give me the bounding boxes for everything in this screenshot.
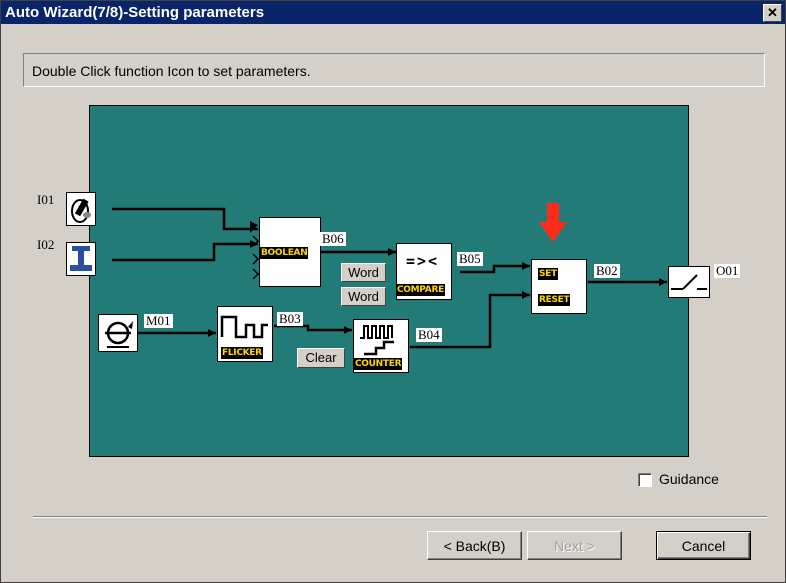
- boolean-output-label: B06: [320, 231, 346, 246]
- boolean-label: BOOLEAN: [260, 247, 309, 259]
- guidance-label: Guidance: [659, 471, 719, 487]
- input-switch-i01-icon[interactable]: [66, 192, 96, 226]
- instruction-text: Double Click function Icon to set parame…: [23, 53, 765, 87]
- compare-word-button-2[interactable]: Word: [341, 287, 386, 306]
- compare-symbol: =><: [406, 252, 440, 270]
- counter-label: COUNTER: [354, 358, 403, 370]
- red-arrow-indicator: [539, 203, 567, 242]
- counter-clear-button[interactable]: Clear: [297, 348, 345, 368]
- close-icon: ✕: [767, 5, 778, 20]
- set-reset-function-block[interactable]: SET RESET: [531, 259, 587, 314]
- set-label: SET: [538, 268, 558, 280]
- compare-function-block[interactable]: =>< COMPARE: [396, 243, 452, 300]
- compare-word-button-1[interactable]: Word: [341, 263, 386, 282]
- separator-line: [33, 516, 767, 518]
- compare-output-label: B05: [457, 251, 483, 266]
- connection-lines: [112, 203, 667, 349]
- input-timer-m01-icon[interactable]: [98, 314, 138, 352]
- boolean-function-block[interactable]: BOOLEAN: [259, 217, 321, 287]
- close-button[interactable]: ✕: [763, 4, 782, 22]
- counter-function-block[interactable]: COUNTER: [353, 319, 409, 373]
- window-title: Auto Wizard(7/8)-Setting parameters: [5, 4, 265, 21]
- counter-output-label: B04: [416, 327, 442, 342]
- input-label-i01: I01: [37, 192, 55, 207]
- setreset-output-label: B02: [594, 263, 620, 278]
- flicker-function-block[interactable]: FLICKER: [217, 306, 273, 362]
- reset-label: RESET: [538, 294, 571, 306]
- input-label-i02: I02: [37, 237, 55, 252]
- flicker-output-label: B03: [277, 311, 303, 326]
- ladder-diagram-canvas: I01 I02 M01 BOOLEAN B06 =>< COMPARE B05 …: [37, 105, 741, 457]
- compare-label: COMPARE: [396, 284, 445, 296]
- output-coil-icon[interactable]: [668, 266, 710, 298]
- input-pushbutton-i02-icon[interactable]: [66, 242, 96, 276]
- next-button[interactable]: Next >: [527, 531, 622, 560]
- guidance-checkbox[interactable]: [638, 473, 652, 487]
- cancel-button[interactable]: Cancel: [656, 531, 751, 560]
- output-label-o01: O01: [714, 263, 741, 278]
- flicker-label: FLICKER: [221, 347, 263, 359]
- wizard-window: Auto Wizard(7/8)-Setting parameters ✕ Do…: [0, 0, 786, 583]
- title-bar: Auto Wizard(7/8)-Setting parameters ✕: [1, 1, 785, 24]
- input-label-m01: M01: [144, 313, 173, 328]
- back-button[interactable]: < Back(B): [427, 531, 522, 560]
